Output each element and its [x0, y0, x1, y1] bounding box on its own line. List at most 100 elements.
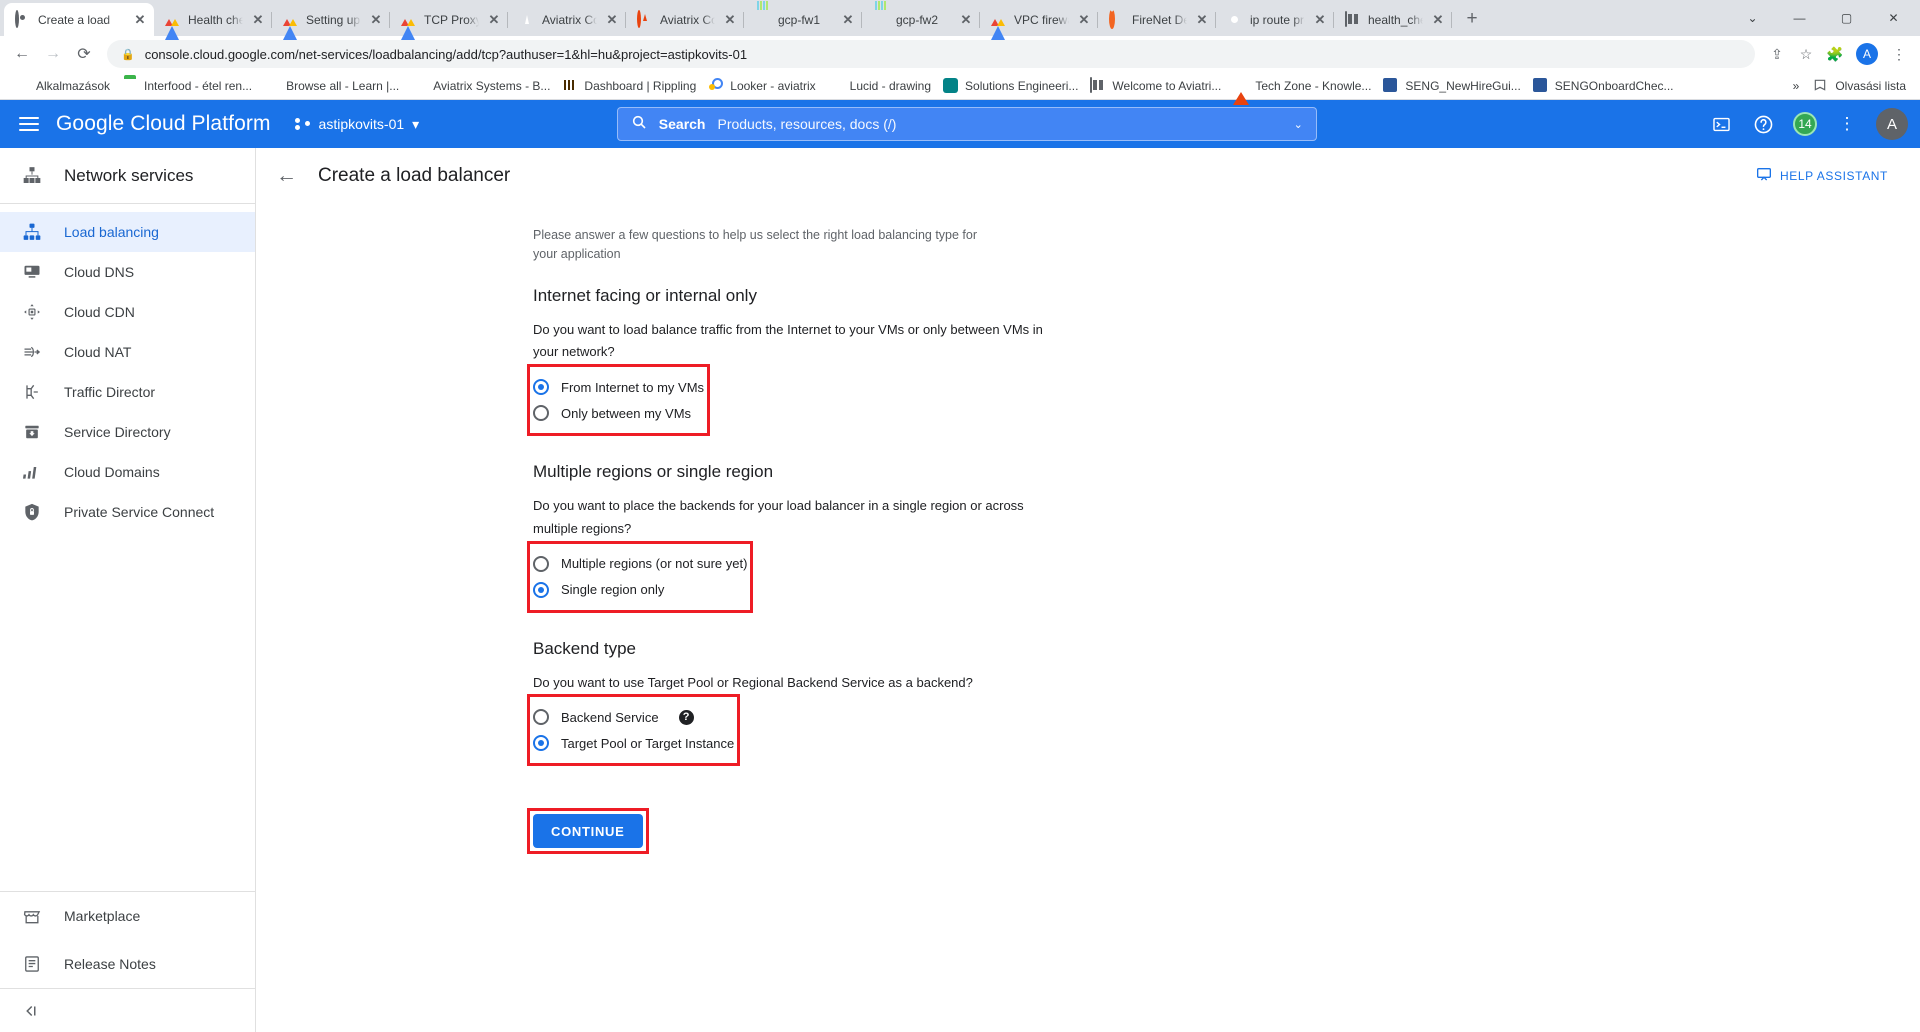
radio-button-icon[interactable] [533, 556, 549, 572]
section-heading: Multiple regions or single region [533, 462, 1920, 482]
sidebar-item-service-directory[interactable]: Service Directory [0, 412, 255, 452]
close-window-button[interactable]: ✕ [1871, 0, 1916, 36]
radio-option[interactable]: Backend Service? [533, 704, 734, 730]
radio-button-icon[interactable] [533, 379, 549, 395]
tab-close-icon[interactable]: ✕ [1312, 12, 1328, 28]
radio-option[interactable]: Single region only [533, 577, 747, 603]
tab-close-icon[interactable]: ✕ [250, 12, 266, 28]
notifications-button[interactable]: 14 [1786, 105, 1824, 143]
sidebar-item-traffic-director[interactable]: Traffic Director [0, 372, 255, 412]
sidebar-item-cloud-cdn[interactable]: Cloud CDN [0, 292, 255, 332]
more-options-icon[interactable]: ⋮ [1828, 105, 1866, 143]
global-search-bar[interactable]: Search Products, resources, docs (/) ⌄ [617, 107, 1317, 141]
tab-close-icon[interactable]: ✕ [132, 12, 148, 28]
radio-option[interactable]: Target Pool or Target Instance [533, 730, 734, 756]
tab-close-icon[interactable]: ✕ [1430, 12, 1446, 28]
bookmark-item[interactable]: Looker - aviatrix [702, 75, 821, 97]
user-avatar[interactable]: A [1876, 108, 1908, 140]
browser-tab[interactable]: Aviatrix Copilo✕ [626, 3, 744, 36]
chrome-menu-icon[interactable]: ⋮ [1886, 41, 1912, 67]
radio-button-icon[interactable] [533, 709, 549, 725]
radio-option[interactable]: Multiple regions (or not sure yet) [533, 551, 747, 577]
reading-list-button[interactable]: Olvasási lista [1807, 75, 1912, 97]
help-icon[interactable] [1744, 105, 1782, 143]
sidebar-item-marketplace[interactable]: Marketplace [0, 892, 255, 940]
help-assistant-button[interactable]: HELP ASSISTANT [1756, 166, 1900, 185]
search-chevron-icon[interactable]: ⌄ [1294, 118, 1303, 131]
tab-close-icon[interactable]: ✕ [604, 12, 620, 28]
back-arrow-icon[interactable]: ← [276, 164, 300, 188]
tab-title: VPC firewall r [1014, 13, 1069, 27]
sidebar-header: Network services [0, 148, 255, 204]
sidebar-item-private-service-connect[interactable]: Private Service Connect [0, 492, 255, 532]
sidebar-item-label: Load balancing [64, 224, 159, 240]
tab-close-icon[interactable]: ✕ [840, 12, 856, 28]
tab-favicon-icon [755, 12, 771, 28]
sidebar-collapse-button[interactable] [0, 988, 255, 1032]
reload-icon[interactable]: ⟳ [70, 40, 98, 68]
radio-option[interactable]: From Internet to my VMs [533, 374, 704, 400]
browser-tab[interactable]: Create a load✕ [4, 3, 154, 36]
bookmark-item[interactable]: Alkalmazások [8, 75, 116, 97]
browser-tab[interactable]: VPC firewall r ✕ [980, 3, 1098, 36]
browser-tab[interactable]: health_check✕ [1334, 3, 1452, 36]
sidebar-item-label: Traffic Director [64, 384, 155, 400]
browser-tab[interactable]: Health checks✕ [154, 3, 272, 36]
gcp-body: Network services Load balancing Cloud DNS… [0, 148, 1920, 1032]
browser-tab[interactable]: TCP Proxy Loa✕ [390, 3, 508, 36]
minimize-button[interactable]: — [1777, 0, 1822, 36]
bookmark-star-icon[interactable]: ☆ [1793, 41, 1819, 67]
sidebar-item-release-notes[interactable]: Release Notes [0, 940, 255, 988]
tab-close-icon[interactable]: ✕ [1194, 12, 1210, 28]
browser-tab[interactable]: Setting up TC✕ [272, 3, 390, 36]
maximize-button[interactable]: ▢ [1824, 0, 1869, 36]
browser-tab[interactable]: FireNet Detail✕ [1098, 3, 1216, 36]
radio-button-icon[interactable] [533, 735, 549, 751]
bookmark-label: Looker - aviatrix [730, 79, 815, 93]
bookmarks-overflow-icon[interactable]: » [1793, 79, 1800, 93]
radio-button-icon[interactable] [533, 405, 549, 421]
bookmark-item[interactable]: SENG_NewHireGui... [1377, 75, 1526, 97]
search-placeholder: Products, resources, docs (/) [717, 116, 896, 132]
forward-icon[interactable]: → [39, 40, 67, 68]
browser-tab[interactable]: ip route proto✕ [1216, 3, 1334, 36]
project-selector[interactable]: astipkovits-01 ▾ [295, 116, 420, 133]
tab-search-button[interactable]: ⌄ [1730, 0, 1775, 36]
share-icon[interactable]: ⇪ [1764, 41, 1790, 67]
bookmark-item[interactable]: SENGOnboardChec... [1527, 75, 1680, 97]
back-icon[interactable]: ← [8, 40, 36, 68]
sidebar-item-cloud-domains[interactable]: Cloud Domains [0, 452, 255, 492]
sidebar-item-cloud-nat[interactable]: Cloud NAT [0, 332, 255, 372]
search-icon [631, 114, 647, 134]
tab-close-icon[interactable]: ✕ [368, 12, 384, 28]
browser-tab[interactable]: Aviatrix Contr✕ [508, 3, 626, 36]
chrome-profile-avatar[interactable]: A [1856, 43, 1878, 65]
tab-close-icon[interactable]: ✕ [486, 12, 502, 28]
bookmark-item[interactable]: Tech Zone - Knowle... [1227, 75, 1377, 97]
extensions-icon[interactable]: 🧩 [1822, 41, 1848, 67]
browser-tab[interactable]: gcp-fw1✕ [744, 3, 862, 36]
radio-button-icon[interactable] [533, 582, 549, 598]
help-tooltip-icon[interactable]: ? [679, 710, 694, 725]
tab-close-icon[interactable]: ✕ [958, 12, 974, 28]
bookmark-item[interactable]: Solutions Engineeri... [937, 75, 1084, 97]
sidebar-item-cloud-dns[interactable]: Cloud DNS [0, 252, 255, 292]
sidebar-item-load-balancing[interactable]: Load balancing [0, 212, 255, 252]
bookmark-item[interactable]: Aviatrix Systems - B... [405, 75, 556, 97]
bookmarks-overflow: » Olvasási lista [1793, 75, 1912, 97]
bookmark-item[interactable]: Lucid - drawing [822, 75, 937, 97]
gcp-product-name[interactable]: Google Cloud Platform [56, 112, 271, 136]
bookmark-item[interactable]: Welcome to Aviatri... [1084, 75, 1227, 97]
continue-button[interactable]: CONTINUE [533, 814, 643, 848]
bookmark-item[interactable]: Dashboard | Rippling [556, 75, 702, 97]
menu-hamburger-icon[interactable] [12, 107, 46, 141]
cloud-shell-icon[interactable] [1702, 105, 1740, 143]
radio-option[interactable]: Only between my VMs [533, 400, 704, 426]
address-bar[interactable]: 🔒 console.cloud.google.com/net-services/… [107, 40, 1755, 68]
tab-close-icon[interactable]: ✕ [1076, 12, 1092, 28]
tab-close-icon[interactable]: ✕ [722, 12, 738, 28]
new-tab-button[interactable]: + [1458, 5, 1486, 33]
browser-tab[interactable]: gcp-fw2✕ [862, 3, 980, 36]
bookmark-item[interactable]: Browse all - Learn |... [258, 75, 405, 97]
bookmark-item[interactable]: Interfood - étel ren... [116, 75, 258, 97]
